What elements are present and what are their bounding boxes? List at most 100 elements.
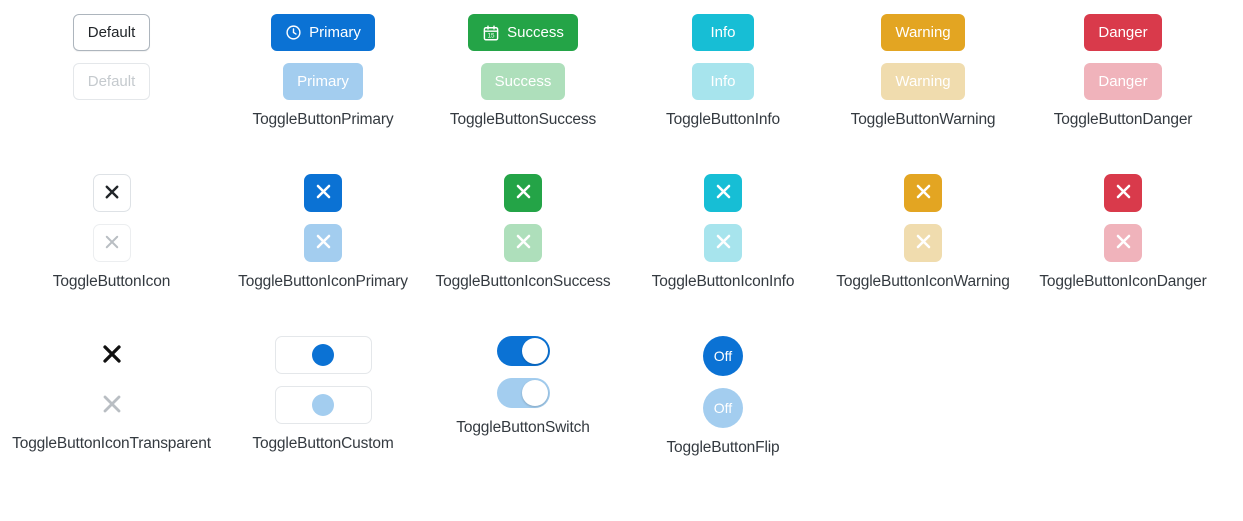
close-x-icon bbox=[914, 182, 933, 204]
close-x-icon bbox=[1114, 232, 1133, 254]
cell-icon-success: ToggleButtonIconSuccess bbox=[423, 174, 623, 336]
toggle-button-icon-transparent-active[interactable] bbox=[93, 336, 131, 374]
close-x-icon bbox=[714, 232, 733, 254]
toggle-button-gallery: Default Default Primary Primary ToggleBu… bbox=[0, 0, 1243, 496]
toggle-button-default-active-label: Default bbox=[87, 24, 136, 41]
danger-stack: Danger Danger bbox=[1084, 14, 1162, 100]
success-stack: 15 Success Success bbox=[468, 14, 578, 100]
close-x-icon bbox=[100, 392, 124, 419]
toggle-button-custom-faded[interactable] bbox=[274, 386, 372, 424]
toggle-button-success-faded[interactable]: Success bbox=[480, 63, 566, 100]
close-x-icon bbox=[314, 182, 333, 204]
caption-flip: ToggleButtonFlip bbox=[666, 439, 780, 456]
close-x-icon bbox=[103, 183, 121, 204]
cell-info: Info Info ToggleButtonInfo bbox=[623, 14, 823, 174]
clock-icon bbox=[285, 24, 302, 41]
caption-icon-default: ToggleButtonIcon bbox=[52, 273, 171, 290]
caption-warning: ToggleButtonWarning bbox=[850, 111, 996, 128]
cell-icon-warning: ToggleButtonIconWarning bbox=[823, 174, 1023, 336]
row-special-toggles: ToggleButtonIconTransparent ToggleButton… bbox=[0, 336, 1243, 496]
toggle-button-flip-faded[interactable]: Off bbox=[703, 388, 743, 428]
toggle-button-success-active[interactable]: 15 Success bbox=[468, 14, 578, 51]
cell-icon-danger: ToggleButtonIconDanger bbox=[1023, 174, 1223, 336]
caption-custom: ToggleButtonCustom bbox=[252, 435, 394, 452]
close-x-icon bbox=[103, 233, 121, 254]
toggle-button-info-active-label: Info bbox=[710, 24, 736, 41]
toggle-button-primary-active[interactable]: Primary bbox=[271, 14, 375, 51]
cell-icon-default: ToggleButtonIcon bbox=[0, 174, 223, 336]
toggle-button-flip-active-label: Off bbox=[713, 348, 733, 364]
toggle-button-warning-active-label: Warning bbox=[895, 24, 951, 41]
toggle-button-icon-success-faded[interactable] bbox=[504, 224, 542, 262]
toggle-button-default-active[interactable]: Default bbox=[72, 14, 151, 51]
cell-success: 15 Success Success ToggleButtonSuccess bbox=[423, 14, 623, 174]
close-x-icon bbox=[514, 182, 533, 204]
cell-flip: Off Off ToggleButtonFlip bbox=[623, 336, 823, 496]
warning-stack: Warning Warning bbox=[881, 14, 965, 100]
icon-info-stack bbox=[704, 174, 742, 262]
caption-icon-danger: ToggleButtonIconDanger bbox=[1039, 273, 1207, 290]
filled-circle-icon bbox=[312, 394, 334, 416]
flip-stack: Off Off bbox=[703, 336, 743, 428]
toggle-button-warning-faded[interactable]: Warning bbox=[881, 63, 965, 100]
caption-primary: ToggleButtonPrimary bbox=[252, 111, 394, 128]
toggle-button-icon-primary-active[interactable] bbox=[304, 174, 342, 212]
toggle-button-danger-faded[interactable]: Danger bbox=[1084, 63, 1162, 100]
toggle-button-success-faded-label: Success bbox=[494, 73, 552, 90]
toggle-button-icon-primary-faded[interactable] bbox=[304, 224, 342, 262]
toggle-button-switch-faded[interactable] bbox=[496, 378, 550, 408]
close-x-icon bbox=[514, 232, 533, 254]
toggle-button-icon-default-active[interactable] bbox=[92, 174, 131, 212]
icon-warning-stack bbox=[904, 174, 942, 262]
close-x-icon bbox=[714, 182, 733, 204]
caption-danger: ToggleButtonDanger bbox=[1053, 111, 1193, 128]
switch-knob-icon bbox=[521, 380, 548, 406]
toggle-button-icon-success-active[interactable] bbox=[504, 174, 542, 212]
toggle-button-default-faded[interactable]: Default bbox=[72, 63, 151, 100]
filled-circle-icon bbox=[312, 344, 334, 366]
cell-custom: ToggleButtonCustom bbox=[223, 336, 423, 496]
toggle-button-flip-active[interactable]: Off bbox=[703, 336, 743, 376]
caption-info: ToggleButtonInfo bbox=[666, 111, 780, 128]
toggle-button-icon-info-faded[interactable] bbox=[704, 224, 742, 262]
toggle-button-primary-faded[interactable]: Primary bbox=[283, 63, 363, 100]
custom-stack bbox=[274, 336, 372, 424]
toggle-button-icon-default-faded[interactable] bbox=[92, 224, 131, 262]
primary-stack: Primary Primary bbox=[271, 14, 375, 100]
toggle-button-switch-active[interactable] bbox=[496, 336, 550, 366]
svg-text:15: 15 bbox=[488, 32, 496, 39]
toggle-button-icon-danger-faded[interactable] bbox=[1104, 224, 1142, 262]
info-stack: Info Info bbox=[692, 14, 754, 100]
close-x-icon bbox=[914, 232, 933, 254]
cell-empty-1 bbox=[823, 336, 1023, 496]
caption-switch: ToggleButtonSwitch bbox=[456, 419, 590, 436]
toggle-button-primary-active-label: Primary bbox=[309, 24, 361, 41]
toggle-button-icon-warning-faded[interactable] bbox=[904, 224, 942, 262]
switch-knob-icon bbox=[521, 338, 548, 364]
row-labelled-buttons: Default Default Primary Primary ToggleBu… bbox=[0, 14, 1243, 174]
toggle-button-icon-info-active[interactable] bbox=[704, 174, 742, 212]
close-x-icon bbox=[1114, 182, 1133, 204]
toggle-button-info-active[interactable]: Info bbox=[692, 14, 754, 51]
cell-icon-primary: ToggleButtonIconPrimary bbox=[223, 174, 423, 336]
toggle-button-primary-faded-label: Primary bbox=[297, 73, 349, 90]
icon-default-stack bbox=[92, 174, 131, 262]
default-stack: Default Default bbox=[72, 14, 151, 100]
cell-empty-2 bbox=[1023, 336, 1223, 496]
cell-danger: Danger Danger ToggleButtonDanger bbox=[1023, 14, 1223, 174]
toggle-button-custom-active[interactable] bbox=[274, 336, 372, 374]
close-x-icon bbox=[100, 342, 124, 369]
toggle-button-warning-active[interactable]: Warning bbox=[881, 14, 965, 51]
toggle-button-info-faded[interactable]: Info bbox=[692, 63, 754, 100]
cell-default: Default Default bbox=[0, 14, 223, 174]
toggle-button-icon-danger-active[interactable] bbox=[1104, 174, 1142, 212]
toggle-button-danger-active[interactable]: Danger bbox=[1084, 14, 1162, 51]
toggle-button-default-faded-label: Default bbox=[87, 73, 136, 90]
toggle-button-success-active-label: Success bbox=[507, 24, 564, 41]
toggle-button-icon-warning-active[interactable] bbox=[904, 174, 942, 212]
toggle-button-icon-transparent-faded[interactable] bbox=[93, 386, 131, 424]
caption-icon-primary: ToggleButtonIconPrimary bbox=[238, 273, 408, 290]
toggle-button-info-faded-label: Info bbox=[710, 73, 736, 90]
caption-success: ToggleButtonSuccess bbox=[449, 111, 597, 128]
cell-primary: Primary Primary ToggleButtonPrimary bbox=[223, 14, 423, 174]
